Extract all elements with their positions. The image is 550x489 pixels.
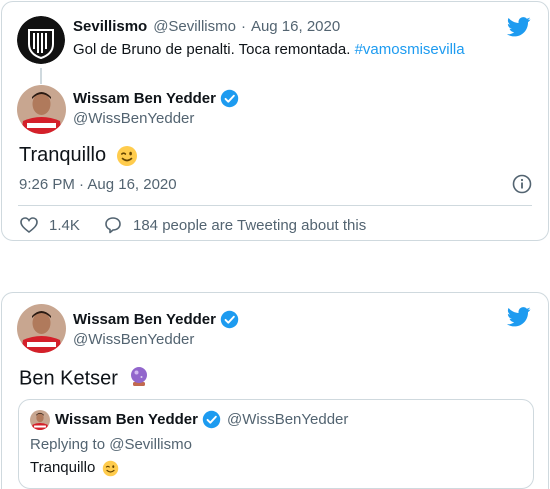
author-handle[interactable]: @WissBenYedder	[73, 331, 194, 348]
sevillismo-handle[interactable]: @Sevillismo	[153, 18, 236, 35]
verified-badge-icon	[220, 310, 239, 329]
conversation-button[interactable]: 184 people are Tweeting about this	[103, 215, 366, 235]
quoted-author-name[interactable]: Wissam Ben Yedder	[55, 411, 198, 428]
crystal-ball-icon	[128, 365, 150, 393]
like-count: 1.4K	[49, 216, 80, 234]
activity-text: 184 people are Tweeting about this	[133, 216, 367, 234]
tweet-card-1[interactable]: Sevillismo @Sevillismo · Aug 16, 2020 Go…	[1, 1, 549, 241]
thread-line	[40, 68, 42, 84]
quoted-text-row: Tranquillo	[30, 459, 119, 477]
quoted-author-handle[interactable]: @WissBenYedder	[227, 411, 348, 428]
quoted-header: Wissam Ben Yedder @WissBenYedder	[55, 410, 348, 429]
reply-header: Sevillismo @Sevillismo · Aug 16, 2020	[73, 18, 340, 35]
verified-badge-icon	[220, 89, 239, 108]
author-name-row: Wissam Ben Yedder	[73, 89, 239, 108]
info-icon[interactable]	[512, 174, 532, 194]
tweet-text: Tranquillo	[19, 144, 107, 166]
quoted-avatar[interactable]	[30, 410, 50, 430]
sevillismo-name[interactable]: Sevillismo	[73, 18, 147, 35]
author-name-row: Wissam Ben Yedder	[73, 310, 239, 329]
author-handle[interactable]: @WissBenYedder	[73, 110, 194, 127]
sevillismo-avatar[interactable]	[17, 16, 65, 64]
author-name[interactable]: Wissam Ben Yedder	[73, 311, 216, 328]
tweet-text: Ben Ketser	[19, 367, 118, 390]
like-button[interactable]: 1.4K	[19, 215, 80, 235]
verified-badge-icon	[202, 410, 221, 429]
heart-icon	[20, 217, 38, 234]
sevillismo-text: Gol de Bruno de penalti. Toca remontada.	[73, 41, 351, 58]
dot-separator: ·	[240, 18, 246, 35]
tweet-card-2[interactable]: Wissam Ben Yedder @WissBenYedder Ben Ket…	[1, 292, 549, 489]
quoted-replying: Replying to @Sevillismo	[30, 436, 192, 453]
winking-face-icon	[116, 145, 138, 167]
winking-face-icon	[102, 460, 119, 477]
tweet-timestamp[interactable]: 9:26 PM · Aug 16, 2020	[19, 176, 177, 193]
tweet-text-row: Tranquillo	[19, 144, 138, 167]
sevillismo-tweet-text: Gol de Bruno de penalti. Toca remontada.…	[73, 41, 465, 58]
author-name[interactable]: Wissam Ben Yedder	[73, 90, 216, 107]
sevillismo-date[interactable]: Aug 16, 2020	[251, 18, 340, 35]
tweet-text-row: Ben Ketser	[19, 365, 150, 393]
twitter-bird-icon[interactable]	[507, 306, 531, 328]
comment-icon	[105, 217, 121, 234]
hashtag-link[interactable]: #vamosmisevilla	[355, 41, 465, 58]
author-avatar[interactable]	[17, 85, 66, 134]
quoted-tweet[interactable]: Wissam Ben Yedder @WissBenYedder Replyin…	[18, 399, 534, 489]
author-avatar[interactable]	[17, 304, 66, 353]
quoted-text: Tranquillo	[30, 459, 96, 476]
divider	[18, 205, 532, 206]
twitter-bird-icon[interactable]	[507, 16, 531, 38]
